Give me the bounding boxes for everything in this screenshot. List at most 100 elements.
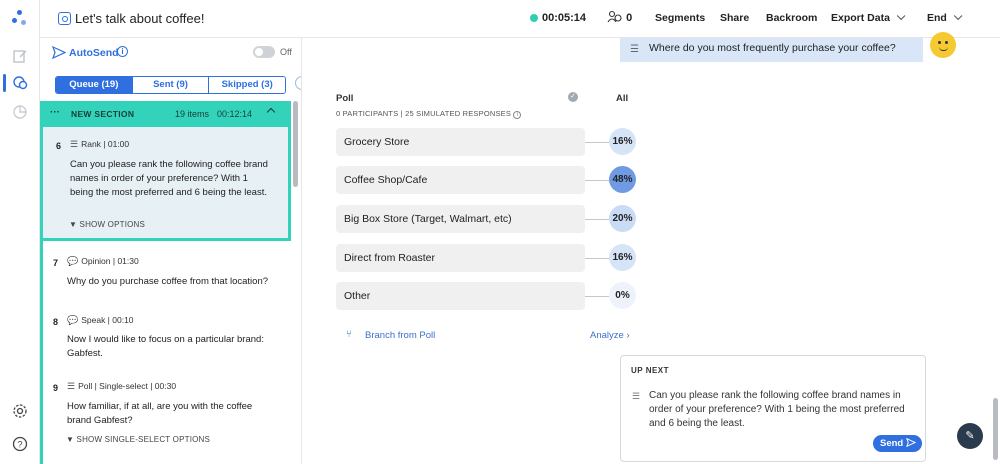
question-number: 6: [56, 141, 62, 151]
drag-handle-icon[interactable]: ···: [50, 107, 60, 118]
end-button[interactable]: End: [927, 11, 963, 24]
poll-connector: [585, 258, 609, 259]
collapse-panel-button[interactable]: ‹: [295, 76, 301, 90]
rank-icon: ☰: [70, 139, 79, 149]
main-scrollbar[interactable]: [993, 398, 998, 460]
participants-count[interactable]: 0: [607, 10, 632, 24]
poll-connector: [585, 296, 609, 297]
tab-sent[interactable]: Sent (9): [132, 77, 210, 93]
poll-response-summary-text: 0 PARTICIPANTS | 25 SIMULATED RESPONSES: [336, 109, 512, 118]
poll-response-summary: 0 PARTICIPANTS | 25 SIMULATED RESPONSES …: [336, 109, 522, 119]
question-number: 9: [53, 383, 59, 393]
question-meta: 💬 Speak | 00:10: [67, 315, 134, 326]
section-header[interactable]: ··· NEW SECTION 19 items 00:12:14: [40, 101, 291, 127]
show-options-toggle[interactable]: ▼ SHOW OPTIONS: [69, 220, 145, 229]
section-item-count: 19 items: [175, 109, 210, 119]
send-button[interactable]: Send: [873, 435, 922, 452]
rank-icon: ☰: [632, 391, 641, 401]
question-meta: ☰ Rank | 01:00: [70, 139, 129, 150]
chevron-right-icon: ›: [626, 330, 630, 341]
moderator-avatar: [930, 32, 956, 58]
poll-option-percent: 20%: [609, 205, 636, 232]
help-icon[interactable]: ?: [12, 436, 28, 452]
section-name: NEW SECTION: [71, 109, 135, 119]
poll-option-label: Big Box Store (Target, Walmart, etc): [344, 213, 512, 225]
compose-button[interactable]: ✎: [957, 423, 983, 449]
question-text: Can you please rank the following coffee…: [70, 159, 268, 198]
top-header: Let's talk about coffee! 00:05:14 0 Segm…: [40, 0, 1000, 38]
poll-filter-all[interactable]: All: [616, 93, 628, 104]
poll-option-label: Coffee Shop/Cafe: [344, 174, 428, 186]
speak-icon: 💬: [67, 315, 79, 325]
poll-connector: [585, 219, 609, 220]
question-number: 7: [53, 258, 59, 268]
segments-button[interactable]: Segments: [655, 12, 705, 24]
analyze-button[interactable]: Analyze ›: [590, 330, 630, 341]
question-meta-text: Poll | Single-select | 00:30: [78, 381, 177, 391]
poll-icon: ☰: [67, 381, 76, 391]
settings-icon[interactable]: [12, 403, 28, 419]
show-single-select-options-toggle[interactable]: ▼ SHOW SINGLE-SELECT OPTIONS: [66, 435, 210, 444]
poll-option-percent: 16%: [609, 244, 636, 271]
backroom-button[interactable]: Backroom: [766, 12, 817, 24]
live-indicator: [530, 14, 538, 22]
opinion-icon: 💬: [67, 256, 79, 266]
poll-option: Other: [336, 282, 585, 310]
app-rail: ?: [0, 0, 40, 464]
question-meta-text: Rank | 01:00: [81, 139, 130, 149]
export-data-button[interactable]: Export Data: [831, 11, 906, 24]
autosend-label: AutoSend: [69, 47, 119, 59]
poll-option: Grocery Store: [336, 128, 585, 156]
poll-option-percent: 0%: [609, 282, 636, 309]
app-logo: [12, 10, 28, 26]
participants-number: 0: [626, 12, 633, 24]
active-indicator: [3, 74, 6, 92]
current-question-text: Where do you most frequently purchase yo…: [649, 42, 896, 54]
session-icon: [58, 12, 71, 25]
send-icon: [51, 45, 67, 62]
poll-option: Coffee Shop/Cafe: [336, 166, 585, 194]
poll-option-label: Grocery Store: [344, 136, 410, 148]
poll-option-label: Other: [344, 290, 371, 302]
branch-icon: ⑂: [346, 329, 352, 340]
question-meta: 💬 Opinion | 01:30: [67, 256, 139, 267]
question-text: Why do you purchase coffee from that loc…: [67, 276, 269, 287]
up-next-question-text: Can you please rank the following coffee…: [649, 390, 905, 429]
edit-icon[interactable]: [12, 48, 28, 64]
up-next-card: UP NEXT ☰ Can you please rank the follow…: [620, 355, 926, 462]
poll-option-label: Direct from Roaster: [344, 252, 436, 264]
question-meta: ☰ Poll | Single-select | 00:30: [67, 381, 176, 392]
question-text: Now I would like to focus on a particula…: [67, 334, 264, 359]
participants-icon: [607, 10, 626, 24]
check-icon: ✓: [568, 92, 578, 102]
chevron-down-icon: [953, 11, 963, 21]
section-duration: 00:12:14: [217, 109, 253, 119]
poll-label: Poll: [336, 93, 354, 104]
poll-option: Direct from Roaster: [336, 244, 585, 272]
tab-skipped[interactable]: Skipped (3): [209, 77, 285, 93]
poll-option: Big Box Store (Target, Walmart, etc): [336, 205, 585, 233]
section-indicator: [40, 241, 43, 464]
question-meta-text: Speak | 00:10: [81, 315, 134, 325]
tab-queue[interactable]: Queue (19): [56, 77, 133, 93]
chevron-down-icon: [896, 11, 906, 21]
autosend-toggle[interactable]: [253, 46, 275, 58]
chevron-up-icon[interactable]: [266, 107, 276, 117]
current-question-bubble: ☰ Where do you most frequently purchase …: [620, 38, 923, 62]
question-card-active[interactable]: 6 ☰ Rank | 01:00 Can you please rank the …: [40, 127, 291, 241]
poll-connector: [585, 142, 609, 143]
share-button[interactable]: Share: [720, 12, 749, 24]
question-queue-panel: AutoSend i Off Queue (19) Sent (9) Skipp…: [40, 38, 302, 464]
queue-tabs: Queue (19) Sent (9) Skipped (3): [55, 76, 286, 94]
panel-scrollbar[interactable]: [293, 101, 298, 187]
poll-lines-icon: ☰: [630, 44, 639, 55]
send-label: Send: [880, 438, 904, 449]
info-icon[interactable]: i: [117, 46, 128, 57]
info-icon[interactable]: i: [513, 111, 522, 119]
analyze-label: Analyze: [590, 330, 624, 341]
session-title: Let's talk about coffee!: [75, 11, 205, 26]
analytics-icon[interactable]: [12, 104, 28, 120]
chat-icon[interactable]: [12, 75, 28, 91]
send-icon: [905, 437, 917, 449]
branch-from-poll-button[interactable]: Branch from Poll: [365, 330, 435, 341]
